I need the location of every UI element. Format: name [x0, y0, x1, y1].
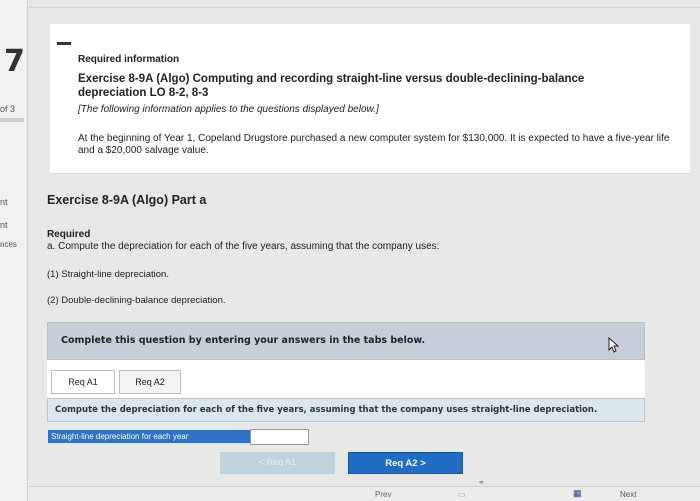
bottom-nav-strip: [28, 486, 700, 501]
sidebar-label: nces: [0, 240, 17, 249]
tab-req-a2[interactable]: Req A2: [119, 370, 181, 394]
option-double-declining: (2) Double-declining-balance depreciatio…: [47, 295, 226, 306]
grid-icon[interactable]: ▦: [573, 488, 582, 499]
progress-bar: [0, 118, 24, 122]
sidebar-label: nt: [0, 220, 8, 230]
requirement-text: a. Compute the depreciation for each of …: [47, 241, 440, 252]
exercise-title: Exercise 8-9A (Algo) Computing and recor…: [78, 73, 585, 99]
next-req-button[interactable]: Req A2 >: [348, 452, 463, 474]
info-paragraph: At the beginning of Year 1, Copeland Dru…: [78, 133, 670, 156]
question-number: 7: [4, 44, 25, 79]
bottom-next-link[interactable]: Next: [620, 490, 636, 499]
tab-req-a1[interactable]: Req A1: [51, 370, 115, 394]
link-icon[interactable]: ⚭: [478, 478, 485, 487]
mouse-cursor-icon: [608, 337, 620, 353]
question-prompt: Complete this question by entering your …: [61, 335, 426, 346]
required-label: Required: [47, 229, 91, 240]
sidebar-label: nt: [0, 197, 8, 207]
part-title: Exercise 8-9A (Algo) Part a: [47, 193, 207, 207]
straight-line-field-label: Straight-line depreciation for each year: [48, 430, 250, 443]
page-icon[interactable]: ▭: [458, 490, 466, 499]
straight-line-depreciation-input[interactable]: [250, 429, 309, 445]
left-sidebar: 7 of 3 nt nt nces: [0, 0, 28, 501]
prev-req-button[interactable]: < Req A1: [220, 452, 335, 474]
required-info-heading: Required information: [78, 54, 180, 65]
top-divider: [28, 0, 700, 8]
instruction-text: Compute the depreciation for each of the…: [55, 405, 598, 415]
option-straight-line: (1) Straight-line depreciation.: [47, 269, 169, 280]
info-note: [The following information applies to th…: [78, 104, 379, 115]
question-of-label: of 3: [0, 104, 16, 114]
info-marker: [57, 42, 71, 45]
bottom-prev-link[interactable]: Prev: [375, 490, 391, 499]
